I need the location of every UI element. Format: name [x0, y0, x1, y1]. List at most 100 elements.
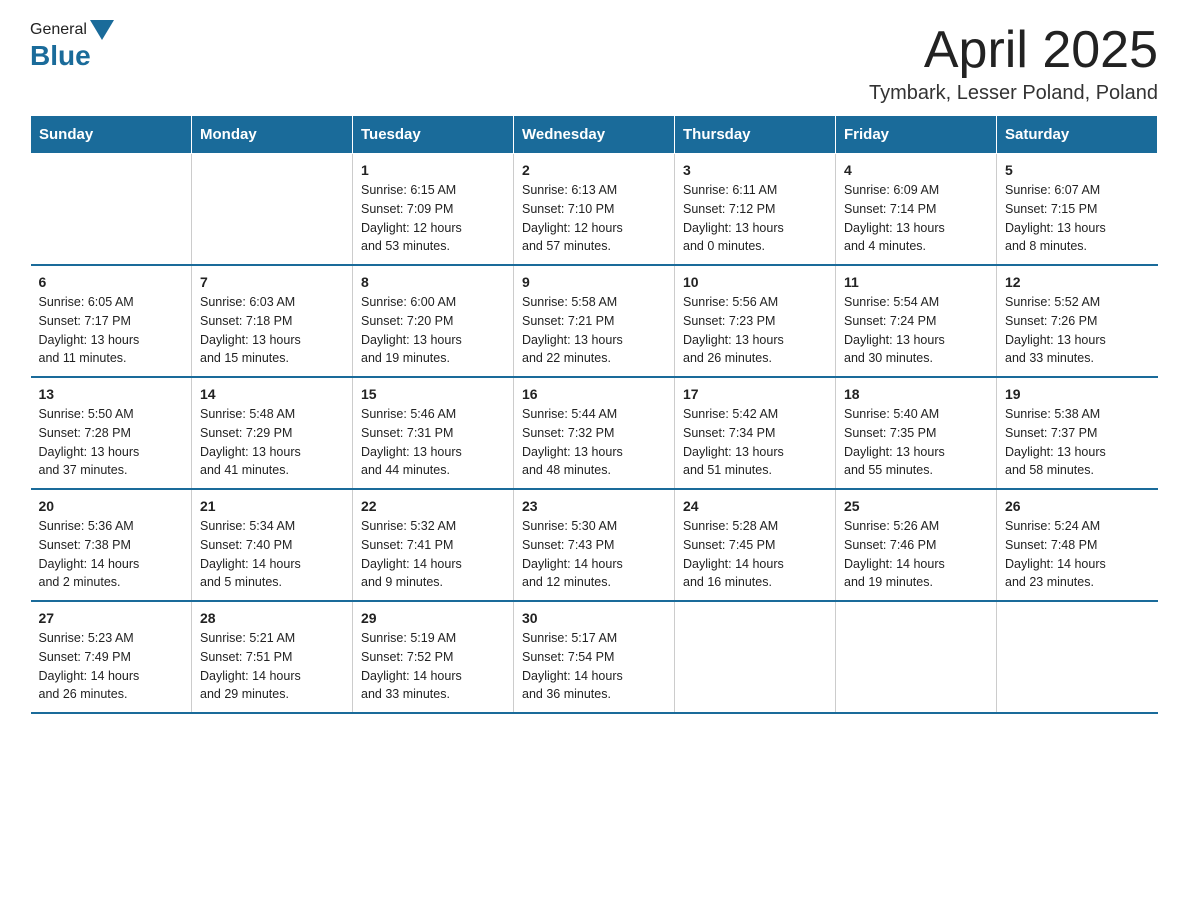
day-info: Sunrise: 5:26 AMSunset: 7:46 PMDaylight:… — [844, 517, 988, 592]
calendar-day-cell: 30 Sunrise: 5:17 AMSunset: 7:54 PMDayligh… — [514, 601, 675, 713]
day-number: 24 — [683, 498, 827, 514]
calendar-day-cell: 24 Sunrise: 5:28 AMSunset: 7:45 PMDayligh… — [675, 489, 836, 601]
day-number: 4 — [844, 162, 988, 178]
calendar-day-cell — [836, 601, 997, 713]
day-number: 17 — [683, 386, 827, 402]
calendar-day-cell: 14 Sunrise: 5:48 AMSunset: 7:29 PMDayligh… — [192, 377, 353, 489]
day-info: Sunrise: 6:13 AMSunset: 7:10 PMDaylight:… — [522, 181, 666, 256]
calendar-body: 1 Sunrise: 6:15 AMSunset: 7:09 PMDaylight… — [31, 154, 1158, 714]
calendar-day-cell — [997, 601, 1158, 713]
calendar-week-row: 1 Sunrise: 6:15 AMSunset: 7:09 PMDaylight… — [31, 154, 1158, 266]
calendar-header-cell: Tuesday — [353, 116, 514, 154]
day-number: 23 — [522, 498, 666, 514]
logo-blue-text: Blue — [30, 40, 91, 71]
calendar-day-cell: 12 Sunrise: 5:52 AMSunset: 7:26 PMDayligh… — [997, 265, 1158, 377]
day-number: 16 — [522, 386, 666, 402]
day-info: Sunrise: 5:21 AMSunset: 7:51 PMDaylight:… — [200, 629, 344, 704]
month-title: April 2025 — [869, 20, 1158, 80]
calendar-day-cell: 19 Sunrise: 5:38 AMSunset: 7:37 PMDayligh… — [997, 377, 1158, 489]
day-info: Sunrise: 6:15 AMSunset: 7:09 PMDaylight:… — [361, 181, 505, 256]
day-info: Sunrise: 6:09 AMSunset: 7:14 PMDaylight:… — [844, 181, 988, 256]
day-info: Sunrise: 5:58 AMSunset: 7:21 PMDaylight:… — [522, 293, 666, 368]
day-number: 1 — [361, 162, 505, 178]
calendar-day-cell: 8Sunrise: 6:00 AMSunset: 7:20 PMDaylight… — [353, 265, 514, 377]
day-info: Sunrise: 5:50 AMSunset: 7:28 PMDaylight:… — [39, 405, 184, 480]
day-info: Sunrise: 5:23 AMSunset: 7:49 PMDaylight:… — [39, 629, 184, 704]
day-info: Sunrise: 6:05 AMSunset: 7:17 PMDaylight:… — [39, 293, 184, 368]
day-number: 12 — [1005, 274, 1150, 290]
day-number: 29 — [361, 610, 505, 626]
title-area: April 2025 Tymbark, Lesser Poland, Polan… — [869, 20, 1158, 105]
calendar-day-cell: 4 Sunrise: 6:09 AMSunset: 7:14 PMDaylight… — [836, 154, 997, 266]
calendar-day-cell: 21Sunrise: 5:34 AMSunset: 7:40 PMDayligh… — [192, 489, 353, 601]
calendar-day-cell: 20 Sunrise: 5:36 AMSunset: 7:38 PMDayligh… — [31, 489, 192, 601]
day-info: Sunrise: 5:46 AMSunset: 7:31 PMDaylight:… — [361, 405, 505, 480]
day-number: 11 — [844, 274, 988, 290]
day-info: Sunrise: 6:07 AMSunset: 7:15 PMDaylight:… — [1005, 181, 1150, 256]
day-info: Sunrise: 5:17 AMSunset: 7:54 PMDaylight:… — [522, 629, 666, 704]
day-number: 30 — [522, 610, 666, 626]
day-number: 15 — [361, 386, 505, 402]
day-number: 21 — [200, 498, 344, 514]
calendar-day-cell: 2 Sunrise: 6:13 AMSunset: 7:10 PMDaylight… — [514, 154, 675, 266]
day-info: Sunrise: 5:28 AMSunset: 7:45 PMDaylight:… — [683, 517, 827, 592]
day-number: 13 — [39, 386, 184, 402]
calendar-day-cell — [192, 154, 353, 266]
calendar-header-cell: Thursday — [675, 116, 836, 154]
calendar-day-cell: 6 Sunrise: 6:05 AMSunset: 7:17 PMDaylight… — [31, 265, 192, 377]
day-info: Sunrise: 5:40 AMSunset: 7:35 PMDaylight:… — [844, 405, 988, 480]
day-info: Sunrise: 5:38 AMSunset: 7:37 PMDaylight:… — [1005, 405, 1150, 480]
logo-general-text: General — [30, 21, 87, 39]
day-info: Sunrise: 5:54 AMSunset: 7:24 PMDaylight:… — [844, 293, 988, 368]
calendar-day-cell: 29Sunrise: 5:19 AMSunset: 7:52 PMDayligh… — [353, 601, 514, 713]
day-info: Sunrise: 5:32 AMSunset: 7:41 PMDaylight:… — [361, 517, 505, 592]
day-number: 14 — [200, 386, 344, 402]
calendar-header-row: SundayMondayTuesdayWednesdayThursdayFrid… — [31, 116, 1158, 154]
day-number: 22 — [361, 498, 505, 514]
day-info: Sunrise: 6:11 AMSunset: 7:12 PMDaylight:… — [683, 181, 827, 256]
calendar-day-cell: 5 Sunrise: 6:07 AMSunset: 7:15 PMDaylight… — [997, 154, 1158, 266]
day-number: 6 — [39, 274, 184, 290]
calendar-day-cell — [675, 601, 836, 713]
page-header: General Blue April 2025 Tymbark, Lesser … — [30, 20, 1158, 105]
calendar-day-cell: 10Sunrise: 5:56 AMSunset: 7:23 PMDayligh… — [675, 265, 836, 377]
calendar-table: SundayMondayTuesdayWednesdayThursdayFrid… — [30, 115, 1158, 714]
day-info: Sunrise: 5:24 AMSunset: 7:48 PMDaylight:… — [1005, 517, 1150, 592]
day-number: 20 — [39, 498, 184, 514]
day-info: Sunrise: 5:44 AMSunset: 7:32 PMDaylight:… — [522, 405, 666, 480]
day-number: 3 — [683, 162, 827, 178]
day-number: 28 — [200, 610, 344, 626]
day-number: 19 — [1005, 386, 1150, 402]
day-info: Sunrise: 5:36 AMSunset: 7:38 PMDaylight:… — [39, 517, 184, 592]
calendar-week-row: 27 Sunrise: 5:23 AMSunset: 7:49 PMDayligh… — [31, 601, 1158, 713]
calendar-header-cell: Monday — [192, 116, 353, 154]
calendar-day-cell: 27 Sunrise: 5:23 AMSunset: 7:49 PMDayligh… — [31, 601, 192, 713]
calendar-day-cell: 23Sunrise: 5:30 AMSunset: 7:43 PMDayligh… — [514, 489, 675, 601]
calendar-week-row: 6 Sunrise: 6:05 AMSunset: 7:17 PMDaylight… — [31, 265, 1158, 377]
day-number: 26 — [1005, 498, 1150, 514]
day-number: 8 — [361, 274, 505, 290]
location-text: Tymbark, Lesser Poland, Poland — [869, 82, 1158, 105]
day-number: 9 — [522, 274, 666, 290]
calendar-day-cell: 28 Sunrise: 5:21 AMSunset: 7:51 PMDayligh… — [192, 601, 353, 713]
day-number: 5 — [1005, 162, 1150, 178]
calendar-day-cell: 26 Sunrise: 5:24 AMSunset: 7:48 PMDayligh… — [997, 489, 1158, 601]
day-number: 2 — [522, 162, 666, 178]
calendar-header-cell: Wednesday — [514, 116, 675, 154]
logo-triangle-icon — [90, 20, 114, 40]
calendar-header-cell: Friday — [836, 116, 997, 154]
day-number: 27 — [39, 610, 184, 626]
day-number: 7 — [200, 274, 344, 290]
calendar-day-cell: 1 Sunrise: 6:15 AMSunset: 7:09 PMDaylight… — [353, 154, 514, 266]
calendar-day-cell: 17Sunrise: 5:42 AMSunset: 7:34 PMDayligh… — [675, 377, 836, 489]
calendar-header: SundayMondayTuesdayWednesdayThursdayFrid… — [31, 116, 1158, 154]
day-info: Sunrise: 5:48 AMSunset: 7:29 PMDaylight:… — [200, 405, 344, 480]
calendar-day-cell: 15 Sunrise: 5:46 AMSunset: 7:31 PMDayligh… — [353, 377, 514, 489]
calendar-day-cell: 9 Sunrise: 5:58 AMSunset: 7:21 PMDaylight… — [514, 265, 675, 377]
day-number: 25 — [844, 498, 988, 514]
calendar-day-cell: 25 Sunrise: 5:26 AMSunset: 7:46 PMDayligh… — [836, 489, 997, 601]
day-info: Sunrise: 5:52 AMSunset: 7:26 PMDaylight:… — [1005, 293, 1150, 368]
day-number: 18 — [844, 386, 988, 402]
calendar-day-cell: 7Sunrise: 6:03 AMSunset: 7:18 PMDaylight… — [192, 265, 353, 377]
calendar-day-cell: 22 Sunrise: 5:32 AMSunset: 7:41 PMDayligh… — [353, 489, 514, 601]
